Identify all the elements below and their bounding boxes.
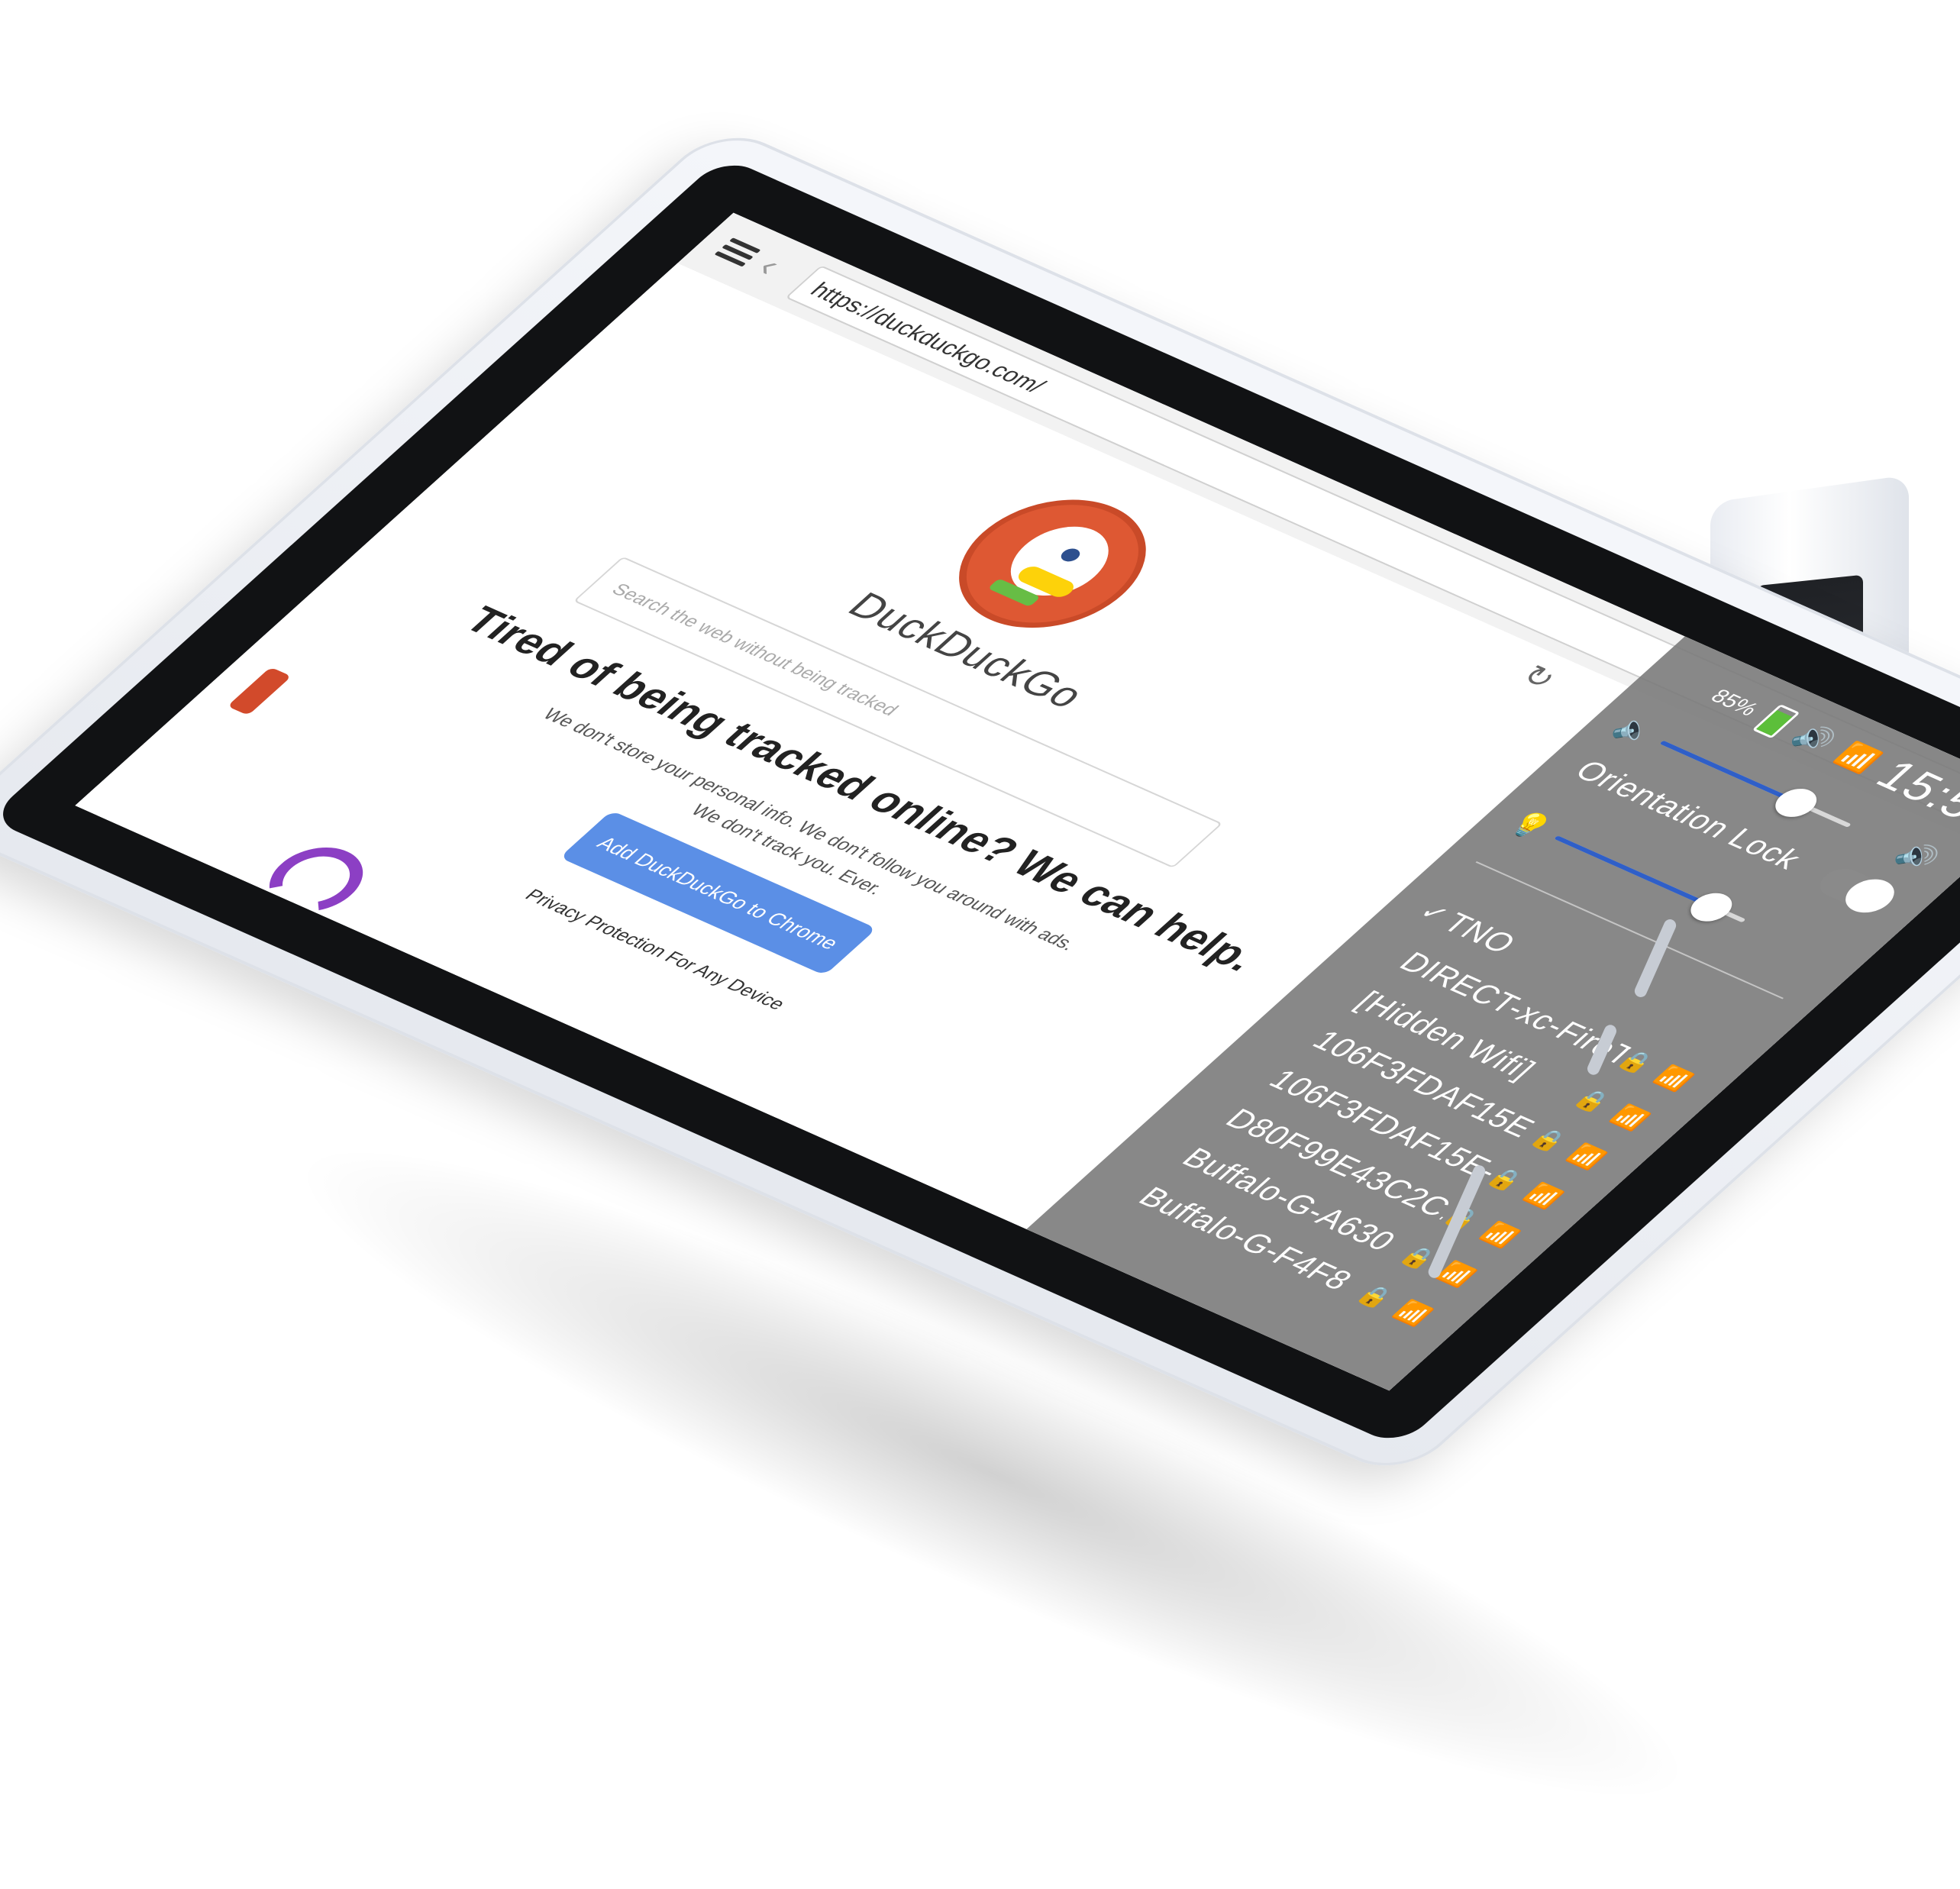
speaker-icon: 🔊 <box>1786 719 1843 757</box>
decorative-figure <box>227 667 292 716</box>
bulb-icon: 💡 <box>1501 806 1558 844</box>
speaker-low-icon: 🔈 <box>1606 712 1665 749</box>
battery-percent: 85% <box>1705 685 1765 720</box>
wifi-signal-icon: 📶 <box>1563 1141 1611 1173</box>
decorative-frame <box>683 1126 810 1209</box>
connected-check-icon <box>1293 1026 1319 1038</box>
subline-2: We don't track you. Ever. <box>686 800 889 899</box>
wifi-signal-icon: 📶 <box>1650 1063 1698 1094</box>
connected-check-icon <box>1163 1144 1188 1155</box>
orientation-lock-toggle[interactable] <box>1811 864 1904 919</box>
speaker-high-icon: 🔊 <box>1889 837 1947 875</box>
brightness-fill <box>1554 835 1714 909</box>
connected-check-icon <box>1380 948 1406 960</box>
toggle-knob <box>1836 873 1904 919</box>
connected-check-icon <box>1250 1065 1275 1077</box>
connected-check-icon <box>1206 1105 1232 1116</box>
connected-check-icon <box>1337 987 1362 999</box>
tablet-device: ‹ https://duckduckgo.com/ ↻ DuckDuckGo S… <box>0 123 1960 1481</box>
screen: ‹ https://duckduckgo.com/ ↻ DuckDuckGo S… <box>75 212 1960 1391</box>
page-subline: We don't store your personal info. We do… <box>392 649 1203 1031</box>
wifi-signal-icon: 📶 <box>1519 1180 1568 1212</box>
brightness-knob[interactable] <box>1682 888 1741 927</box>
reload-icon[interactable]: ↻ <box>1513 659 1564 695</box>
battery-icon <box>1752 704 1800 739</box>
decorative-ring <box>250 835 383 923</box>
wifi-icon: 📶 <box>1829 738 1887 777</box>
volume-knob[interactable] <box>1767 783 1826 822</box>
wifi-signal-icon: 📶 <box>1606 1103 1655 1133</box>
wifi-signal-icon: 📶 <box>1476 1219 1524 1251</box>
connected-check-icon <box>1119 1183 1145 1194</box>
wifi-signal-icon: 📶 <box>1389 1298 1437 1329</box>
hamburger-icon[interactable] <box>712 234 764 270</box>
screen-bezel: ‹ https://duckduckgo.com/ ↻ DuckDuckGo S… <box>0 156 1960 1448</box>
